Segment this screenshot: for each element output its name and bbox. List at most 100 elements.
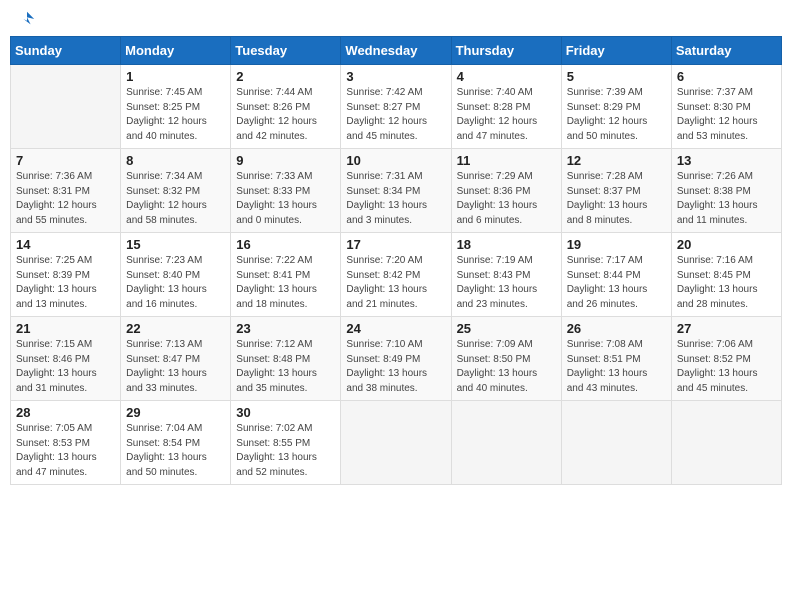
- calendar-cell: 14 Sunrise: 7:25 AM Sunset: 8:39 PM Dayli…: [11, 233, 121, 317]
- calendar-cell: 16 Sunrise: 7:22 AM Sunset: 8:41 PM Dayli…: [231, 233, 341, 317]
- calendar-week-row: 14 Sunrise: 7:25 AM Sunset: 8:39 PM Dayli…: [11, 233, 782, 317]
- day-number: 4: [457, 69, 556, 84]
- calendar-cell: 10 Sunrise: 7:31 AM Sunset: 8:34 PM Dayli…: [341, 149, 451, 233]
- weekday-header-tuesday: Tuesday: [231, 37, 341, 65]
- calendar-cell: 6 Sunrise: 7:37 AM Sunset: 8:30 PM Daylig…: [671, 65, 781, 149]
- calendar-cell: [451, 401, 561, 485]
- calendar-header-row: SundayMondayTuesdayWednesdayThursdayFrid…: [11, 37, 782, 65]
- day-info: Sunrise: 7:22 AM Sunset: 8:41 PM Dayligh…: [236, 254, 335, 312]
- day-number: 19: [567, 237, 666, 252]
- calendar-cell: 1Sunrise: 7:45 AM Sunset: 8:25 PM Daylig…: [121, 65, 231, 149]
- day-info: Sunrise: 7:23 AM Sunset: 8:40 PM Dayligh…: [126, 254, 225, 312]
- day-info: Sunrise: 7:15 AM Sunset: 8:46 PM Dayligh…: [16, 338, 115, 396]
- day-number: 26: [567, 321, 666, 336]
- day-info: Sunrise: 7:10 AM Sunset: 8:49 PM Dayligh…: [346, 338, 445, 396]
- day-number: 14: [16, 237, 115, 252]
- calendar-cell: 3Sunrise: 7:42 AM Sunset: 8:27 PM Daylig…: [341, 65, 451, 149]
- day-number: 20: [677, 237, 776, 252]
- day-number: 7: [16, 153, 115, 168]
- calendar-cell: [11, 65, 121, 149]
- calendar-cell: [561, 401, 671, 485]
- day-number: 25: [457, 321, 556, 336]
- day-info: Sunrise: 7:28 AM Sunset: 8:37 PM Dayligh…: [567, 170, 666, 228]
- day-number: 16: [236, 237, 335, 252]
- day-info: Sunrise: 7:05 AM Sunset: 8:53 PM Dayligh…: [16, 422, 115, 480]
- calendar-cell: 23Sunrise: 7:12 AM Sunset: 8:48 PM Dayli…: [231, 317, 341, 401]
- calendar-cell: 5 Sunrise: 7:39 AM Sunset: 8:29 PM Daylig…: [561, 65, 671, 149]
- calendar-cell: 24 Sunrise: 7:10 AM Sunset: 8:49 PM Dayli…: [341, 317, 451, 401]
- day-info: Sunrise: 7:12 AM Sunset: 8:48 PM Dayligh…: [236, 338, 335, 396]
- calendar-cell: 27Sunrise: 7:06 AM Sunset: 8:52 PM Dayli…: [671, 317, 781, 401]
- calendar-cell: 2 Sunrise: 7:44 AM Sunset: 8:26 PM Daylig…: [231, 65, 341, 149]
- day-number: 5: [567, 69, 666, 84]
- day-info: Sunrise: 7:08 AM Sunset: 8:51 PM Dayligh…: [567, 338, 666, 396]
- calendar-cell: 30Sunrise: 7:02 AM Sunset: 8:55 PM Dayli…: [231, 401, 341, 485]
- day-info: Sunrise: 7:42 AM Sunset: 8:27 PM Dayligh…: [346, 86, 445, 144]
- calendar-cell: 28 Sunrise: 7:05 AM Sunset: 8:53 PM Dayli…: [11, 401, 121, 485]
- day-info: Sunrise: 7:45 AM Sunset: 8:25 PM Dayligh…: [126, 86, 225, 144]
- day-info: Sunrise: 7:17 AM Sunset: 8:44 PM Dayligh…: [567, 254, 666, 312]
- day-info: Sunrise: 7:25 AM Sunset: 8:39 PM Dayligh…: [16, 254, 115, 312]
- calendar-week-row: 1Sunrise: 7:45 AM Sunset: 8:25 PM Daylig…: [11, 65, 782, 149]
- day-info: Sunrise: 7:09 AM Sunset: 8:50 PM Dayligh…: [457, 338, 556, 396]
- calendar-cell: 18Sunrise: 7:19 AM Sunset: 8:43 PM Dayli…: [451, 233, 561, 317]
- weekday-header-sunday: Sunday: [11, 37, 121, 65]
- day-info: Sunrise: 7:34 AM Sunset: 8:32 PM Dayligh…: [126, 170, 225, 228]
- day-number: 21: [16, 321, 115, 336]
- day-info: Sunrise: 7:06 AM Sunset: 8:52 PM Dayligh…: [677, 338, 776, 396]
- calendar-week-row: 28 Sunrise: 7:05 AM Sunset: 8:53 PM Dayli…: [11, 401, 782, 485]
- calendar-cell: 22 Sunrise: 7:13 AM Sunset: 8:47 PM Dayli…: [121, 317, 231, 401]
- day-number: 9: [236, 153, 335, 168]
- day-number: 6: [677, 69, 776, 84]
- day-info: Sunrise: 7:31 AM Sunset: 8:34 PM Dayligh…: [346, 170, 445, 228]
- calendar-cell: 9Sunrise: 7:33 AM Sunset: 8:33 PM Daylig…: [231, 149, 341, 233]
- calendar-week-row: 21 Sunrise: 7:15 AM Sunset: 8:46 PM Dayli…: [11, 317, 782, 401]
- logo-bird-icon: [18, 10, 36, 28]
- day-number: 29: [126, 405, 225, 420]
- day-info: Sunrise: 7:44 AM Sunset: 8:26 PM Dayligh…: [236, 86, 335, 144]
- day-number: 2: [236, 69, 335, 84]
- calendar-week-row: 7 Sunrise: 7:36 AM Sunset: 8:31 PM Daylig…: [11, 149, 782, 233]
- day-info: Sunrise: 7:26 AM Sunset: 8:38 PM Dayligh…: [677, 170, 776, 228]
- day-number: 10: [346, 153, 445, 168]
- day-number: 24: [346, 321, 445, 336]
- day-number: 28: [16, 405, 115, 420]
- day-info: Sunrise: 7:36 AM Sunset: 8:31 PM Dayligh…: [16, 170, 115, 228]
- calendar-cell: 29Sunrise: 7:04 AM Sunset: 8:54 PM Dayli…: [121, 401, 231, 485]
- calendar-cell: 21 Sunrise: 7:15 AM Sunset: 8:46 PM Dayli…: [11, 317, 121, 401]
- day-info: Sunrise: 7:39 AM Sunset: 8:29 PM Dayligh…: [567, 86, 666, 144]
- weekday-header-thursday: Thursday: [451, 37, 561, 65]
- day-info: Sunrise: 7:37 AM Sunset: 8:30 PM Dayligh…: [677, 86, 776, 144]
- calendar-cell: [341, 401, 451, 485]
- day-number: 30: [236, 405, 335, 420]
- calendar-cell: 4 Sunrise: 7:40 AM Sunset: 8:28 PM Daylig…: [451, 65, 561, 149]
- day-number: 22: [126, 321, 225, 336]
- day-number: 17: [346, 237, 445, 252]
- calendar-cell: 8 Sunrise: 7:34 AM Sunset: 8:32 PM Daylig…: [121, 149, 231, 233]
- day-number: 13: [677, 153, 776, 168]
- calendar-cell: [671, 401, 781, 485]
- day-number: 15: [126, 237, 225, 252]
- calendar-cell: 19 Sunrise: 7:17 AM Sunset: 8:44 PM Dayli…: [561, 233, 671, 317]
- page-header: [10, 10, 782, 28]
- calendar-cell: 15 Sunrise: 7:23 AM Sunset: 8:40 PM Dayli…: [121, 233, 231, 317]
- calendar-cell: 13 Sunrise: 7:26 AM Sunset: 8:38 PM Dayli…: [671, 149, 781, 233]
- day-number: 12: [567, 153, 666, 168]
- calendar-cell: 25 Sunrise: 7:09 AM Sunset: 8:50 PM Dayli…: [451, 317, 561, 401]
- logo: [14, 10, 36, 28]
- calendar-cell: 26 Sunrise: 7:08 AM Sunset: 8:51 PM Dayli…: [561, 317, 671, 401]
- day-info: Sunrise: 7:40 AM Sunset: 8:28 PM Dayligh…: [457, 86, 556, 144]
- weekday-header-friday: Friday: [561, 37, 671, 65]
- day-info: Sunrise: 7:16 AM Sunset: 8:45 PM Dayligh…: [677, 254, 776, 312]
- weekday-header-wednesday: Wednesday: [341, 37, 451, 65]
- day-info: Sunrise: 7:13 AM Sunset: 8:47 PM Dayligh…: [126, 338, 225, 396]
- calendar-cell: 11Sunrise: 7:29 AM Sunset: 8:36 PM Dayli…: [451, 149, 561, 233]
- day-number: 8: [126, 153, 225, 168]
- day-number: 11: [457, 153, 556, 168]
- day-info: Sunrise: 7:20 AM Sunset: 8:42 PM Dayligh…: [346, 254, 445, 312]
- weekday-header-saturday: Saturday: [671, 37, 781, 65]
- calendar-cell: 17 Sunrise: 7:20 AM Sunset: 8:42 PM Dayli…: [341, 233, 451, 317]
- calendar-table: SundayMondayTuesdayWednesdayThursdayFrid…: [10, 36, 782, 485]
- calendar-cell: 7 Sunrise: 7:36 AM Sunset: 8:31 PM Daylig…: [11, 149, 121, 233]
- day-number: 18: [457, 237, 556, 252]
